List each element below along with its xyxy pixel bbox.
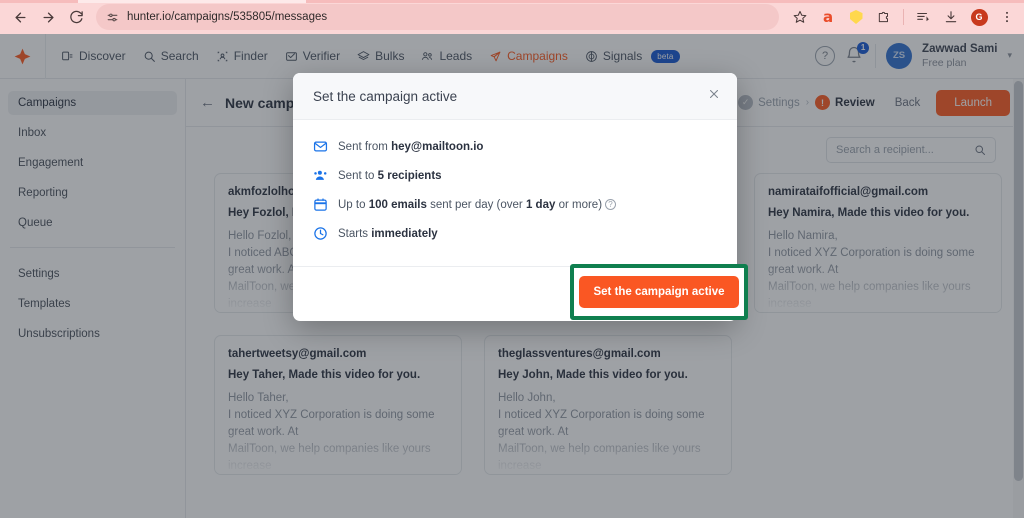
extension-a-label: a [822, 8, 834, 26]
browser-reload-button[interactable] [62, 3, 90, 31]
summary-row-start: Starts immediately [313, 226, 717, 241]
summary-text: Starts immediately [338, 228, 438, 240]
kebab-menu-icon[interactable] [994, 4, 1020, 30]
reading-list-icon[interactable] [910, 4, 936, 30]
summary-prefix: Sent from [338, 140, 392, 153]
extension-a-icon[interactable]: a [815, 4, 841, 30]
address-bar-url: hunter.io/campaigns/535805/messages [127, 11, 328, 23]
summary-prefix: Starts [338, 227, 372, 240]
extensions-puzzle-icon[interactable] [871, 4, 897, 30]
site-settings-icon[interactable] [106, 11, 119, 24]
summary-suffix: or more) [555, 198, 603, 211]
confirm-button-highlight: Set the campaign active [570, 264, 748, 320]
browser-forward-button[interactable] [34, 3, 62, 31]
dialog-title: Set the campaign active [313, 88, 458, 104]
summary-row-recipients: Sent to 5 recipients [313, 168, 717, 183]
start-time: immediately [371, 227, 438, 240]
clock-icon [313, 226, 328, 241]
summary-row-daily-limit: Up to 100 emails sent per day (over 1 da… [313, 197, 717, 212]
duration-value: 1 day [525, 198, 556, 211]
summary-row-sender: Sent from hey@mailtoon.io [313, 139, 717, 154]
browser-toolbar-actions: a G [787, 4, 1024, 30]
set-campaign-active-button[interactable]: Set the campaign active [579, 276, 739, 308]
browser-address-bar[interactable]: hunter.io/campaigns/535805/messages [96, 4, 779, 30]
help-icon[interactable]: ? [605, 198, 617, 210]
bookmark-star-icon[interactable] [787, 4, 813, 30]
browser-tabstrip [0, 0, 1024, 3]
sender-email: hey@mailtoon.io [391, 140, 484, 153]
browser-chrome: hunter.io/campaigns/535805/messages a G [0, 0, 1024, 34]
application-viewport: Discover Search Finder Verifier Bulks Le… [0, 34, 1024, 518]
recipient-count: 5 recipients [377, 169, 442, 182]
summary-prefix: Sent to [338, 169, 378, 182]
close-icon[interactable] [705, 85, 723, 103]
extension-shield-icon[interactable] [843, 4, 869, 30]
summary-text: Sent from hey@mailtoon.io [338, 141, 483, 153]
browser-back-button[interactable] [6, 3, 34, 31]
dialog-header: Set the campaign active [293, 73, 737, 120]
summary-mid: sent per day (over [426, 198, 526, 211]
profile-initial: G [970, 8, 988, 26]
people-icon [313, 168, 328, 183]
downloads-icon[interactable] [938, 4, 964, 30]
daily-email-limit: 100 emails [368, 198, 427, 211]
summary-text: Sent to 5 recipients [338, 170, 442, 182]
toolbar-divider [903, 9, 904, 25]
envelope-icon [313, 139, 328, 154]
dialog-body: Sent from hey@mailtoon.io Sent to 5 reci… [293, 120, 737, 241]
summary-prefix: Up to [338, 198, 369, 211]
browser-profile-avatar[interactable]: G [966, 4, 992, 30]
summary-text: Up to 100 emails sent per day (over 1 da… [338, 198, 617, 211]
calendar-icon [313, 197, 328, 212]
